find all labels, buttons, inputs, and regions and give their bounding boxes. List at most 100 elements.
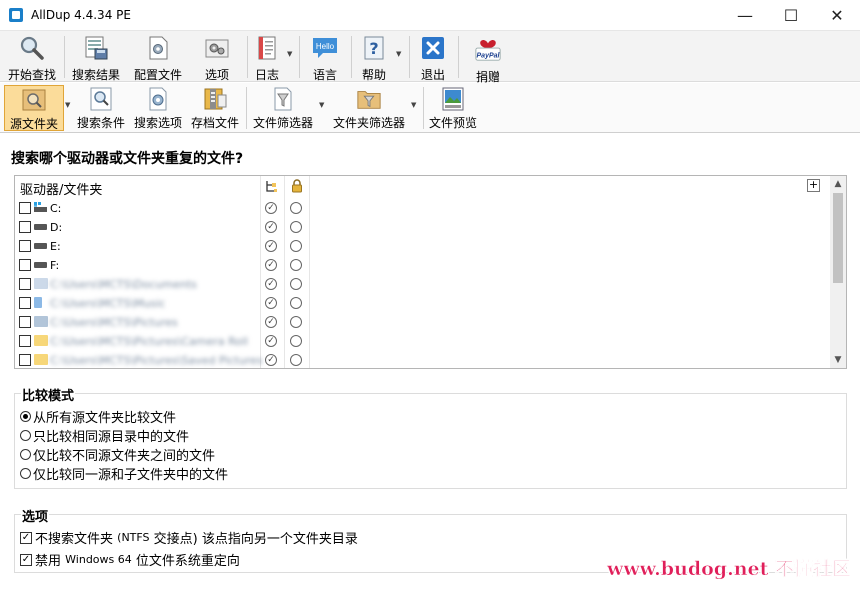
list-item[interactable]: D: ✓	[15, 218, 831, 237]
checkbox[interactable]: ✓	[20, 553, 32, 566]
compare-same-source-option[interactable]: 只比较相同源目录中的文件	[20, 426, 189, 445]
tab-source-folders[interactable]: 源文件夹	[4, 85, 64, 131]
tab-search-criteria[interactable]: 搜索条件	[75, 85, 127, 131]
row-checkbox[interactable]	[19, 221, 31, 233]
log-icon	[253, 35, 281, 61]
maximize-button[interactable]: ☐	[768, 0, 814, 30]
search-criteria-icon	[88, 87, 114, 111]
close-button[interactable]: ✕	[814, 0, 860, 30]
source-toolbar: 源文件夹 ▼ 搜索条件 搜索选项 存档文件 文件筛选器 ▼ 文件夹筛选器 ▼ 文…	[0, 83, 860, 133]
protect-toggle[interactable]	[290, 221, 302, 233]
radio-button[interactable]	[20, 468, 31, 479]
include-subfolders-toggle[interactable]: ✓	[265, 335, 277, 347]
start-search-button[interactable]: 开始查找	[5, 34, 59, 82]
tab-archive-files[interactable]: 存档文件	[189, 85, 241, 131]
protect-toggle[interactable]	[290, 240, 302, 252]
minimize-button[interactable]: —	[722, 0, 768, 30]
row-checkbox[interactable]	[19, 278, 31, 290]
svg-text:Hello: Hello	[316, 42, 335, 51]
source-folders-dropdown-arrow[interactable]: ▼	[65, 101, 70, 109]
list-item[interactable]: F: ✓	[15, 256, 831, 275]
protect-toggle[interactable]	[290, 316, 302, 328]
row-checkbox[interactable]	[19, 202, 31, 214]
list-item[interactable]: C:\Users\MCTS\Music ✓	[15, 294, 831, 313]
search-options-icon	[145, 87, 171, 111]
row-checkbox[interactable]	[19, 297, 31, 309]
add-folder-button[interactable]: +	[807, 179, 820, 192]
protect-toggle[interactable]	[290, 354, 302, 366]
protect-toggle[interactable]	[290, 335, 302, 347]
list-item[interactable]: E: ✓	[15, 237, 831, 256]
log-button[interactable]: 日志	[250, 34, 284, 82]
protect-toggle[interactable]	[290, 297, 302, 309]
help-button[interactable]: ? 帮助	[355, 34, 393, 82]
radio-button[interactable]	[20, 449, 31, 460]
include-subfolders-toggle[interactable]: ✓	[265, 278, 277, 290]
radio-button[interactable]	[20, 430, 31, 441]
row-checkbox[interactable]	[19, 259, 31, 271]
protect-toggle[interactable]	[290, 278, 302, 290]
protect-toggle[interactable]	[290, 202, 302, 214]
tab-file-preview[interactable]: 文件预览	[427, 85, 479, 131]
include-subfolders-toggle[interactable]: ✓	[265, 240, 277, 252]
exit-icon	[419, 35, 447, 61]
include-subfolders-toggle[interactable]: ✓	[265, 297, 277, 309]
source-folder-list[interactable]: 驱动器/文件夹 + C: ✓ D: ✓ E: ✓ F: ✓ C:\Users\M	[14, 175, 847, 369]
toolbar-separator	[458, 36, 459, 78]
title-bar: AllDup 4.4.34 PE — ☐ ✕	[0, 0, 860, 30]
row-label: C:\Users\MCTS\Pictures\Saved Pictures	[50, 354, 263, 367]
toolbar-separator	[423, 87, 424, 129]
language-button[interactable]: Hello 语言	[304, 34, 346, 82]
options-button[interactable]: 选项	[190, 34, 244, 82]
compare-all-sources-option[interactable]: 从所有源文件夹比较文件	[20, 407, 176, 426]
skip-junction-folders-option[interactable]: ✓ 不搜索文件夹 (NTFS 交接点) 该点指向另一个文件夹目录	[20, 528, 358, 547]
folder-filter-dropdown-arrow[interactable]: ▼	[411, 101, 416, 109]
search-results-button[interactable]: 搜索结果	[69, 34, 123, 82]
lock-column-icon[interactable]	[291, 179, 303, 193]
scroll-up-arrow[interactable]: ▲	[830, 176, 846, 192]
subfolders-column-icon[interactable]	[265, 180, 277, 193]
magnifier-icon	[18, 35, 46, 61]
row-checkbox[interactable]	[19, 316, 31, 328]
compare-same-source-subfolders-option[interactable]: 仅比较同一源和子文件夹中的文件	[20, 464, 228, 483]
column-header-drive-folder[interactable]: 驱动器/文件夹	[20, 179, 102, 198]
row-label: C:\Users\MCTS\Pictures	[50, 316, 178, 329]
protect-toggle[interactable]	[290, 259, 302, 271]
window-title: AllDup 4.4.34 PE	[31, 8, 131, 22]
help-dropdown-arrow[interactable]: ▼	[396, 50, 401, 58]
list-item[interactable]: C:\Users\MCTS\Pictures\Camera Roll ✓	[15, 332, 831, 351]
tab-folder-filter[interactable]: 文件夹筛选器	[331, 85, 407, 131]
options-title: 选项	[21, 506, 50, 525]
include-subfolders-toggle[interactable]: ✓	[265, 316, 277, 328]
tab-search-options[interactable]: 搜索选项	[133, 85, 183, 131]
list-item[interactable]: C:\Users\MCTS\Pictures ✓	[15, 313, 831, 332]
list-item[interactable]: C: ✓	[15, 199, 831, 218]
compare-different-sources-option[interactable]: 仅比较不同源文件夹之间的文件	[20, 445, 215, 464]
file-filter-dropdown-arrow[interactable]: ▼	[319, 101, 324, 109]
list-item[interactable]: C:\Users\MCTS\Pictures\Saved Pictures ✓	[15, 351, 831, 368]
compare-mode-group: 比较模式 从所有源文件夹比较文件 只比较相同源目录中的文件 仅比较不同源文件夹之…	[14, 385, 847, 489]
row-label: C:\Users\MCTS\Documents	[50, 278, 197, 291]
file-filter-icon	[270, 87, 296, 111]
scroll-thumb[interactable]	[833, 193, 843, 283]
checkbox[interactable]: ✓	[20, 531, 32, 544]
row-label: C:\Users\MCTS\Music	[50, 297, 166, 310]
list-item[interactable]: C:\Users\MCTS\Documents ✓	[15, 275, 831, 294]
row-checkbox[interactable]	[19, 354, 31, 366]
hello-icon: Hello	[311, 35, 339, 61]
exit-button[interactable]: 退出	[413, 34, 453, 82]
radio-button[interactable]	[20, 411, 31, 422]
include-subfolders-toggle[interactable]: ✓	[265, 221, 277, 233]
profiles-button[interactable]: 配置文件	[131, 34, 185, 82]
row-checkbox[interactable]	[19, 335, 31, 347]
include-subfolders-toggle[interactable]: ✓	[265, 259, 277, 271]
tab-file-filter[interactable]: 文件筛选器	[252, 85, 314, 131]
list-scrollbar[interactable]: ▲ ▼	[830, 176, 846, 368]
row-checkbox[interactable]	[19, 240, 31, 252]
include-subfolders-toggle[interactable]: ✓	[265, 202, 277, 214]
include-subfolders-toggle[interactable]: ✓	[265, 354, 277, 366]
scroll-down-arrow[interactable]: ▼	[830, 352, 846, 368]
donate-button[interactable]: PayPal 捐赠	[466, 34, 510, 84]
log-dropdown-arrow[interactable]: ▼	[287, 50, 292, 58]
disable-wow64-redirection-option[interactable]: ✓ 禁用 Windows 64 位文件系统重定向	[20, 550, 240, 569]
